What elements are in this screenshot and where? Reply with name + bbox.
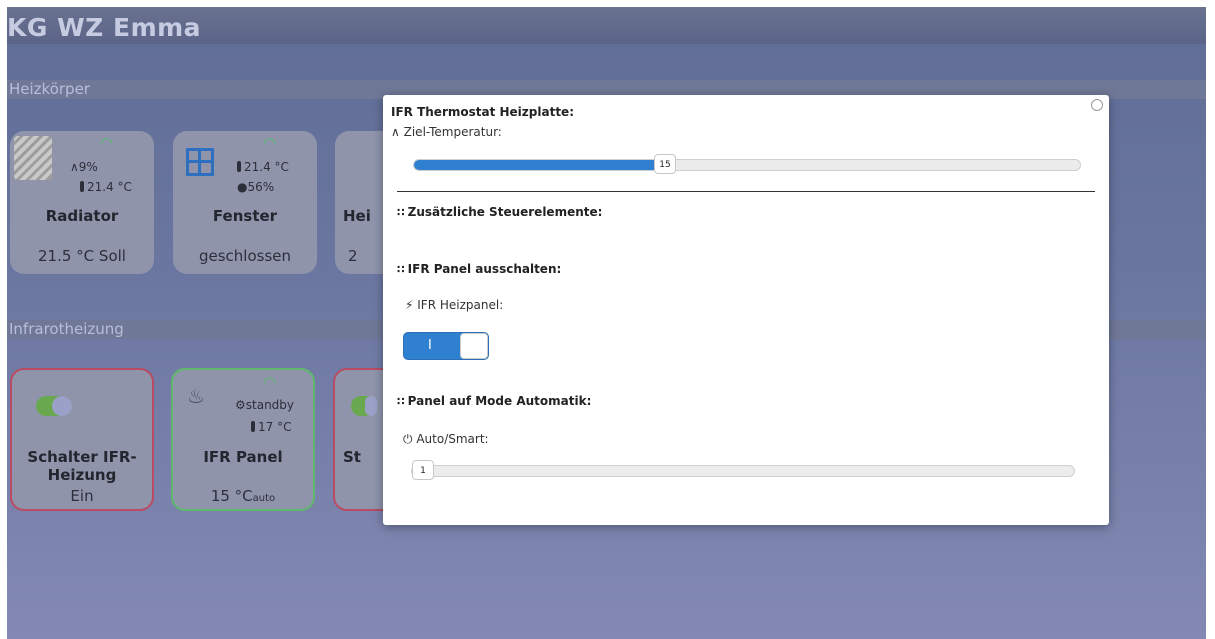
humidity-value: 56% <box>247 180 275 194</box>
slider-handle[interactable]: 15 <box>654 154 676 174</box>
ifr-panel-toggle[interactable]: I <box>403 332 489 360</box>
tile-title: Radiator <box>45 207 119 225</box>
temp-reading: 21.4 °C <box>237 160 289 174</box>
slider-handle[interactable]: 1 <box>412 460 434 480</box>
gauge-icon: ∧ <box>70 160 79 174</box>
panel-off-text: IFR Panel ausschalten: <box>407 262 562 276</box>
extra-controls-text: Zusätzliche Steuerelemente: <box>407 205 603 219</box>
tile-title: IFR Panel <box>203 448 283 466</box>
tile-radiator[interactable]: ◠ ∧9% 21.4 °C Radiator 21.5 °C Soll <box>10 131 154 274</box>
temp-reading: 21.4 °C <box>80 180 132 194</box>
bolt-icon: ⚡ <box>405 298 414 312</box>
thermometer-icon <box>251 421 255 432</box>
wifi-icon: ◠ <box>263 373 277 391</box>
toggle-knob <box>460 333 488 359</box>
tile-status: geschlossen <box>198 247 292 265</box>
window-icon <box>186 148 214 176</box>
tile-title: Fenster <box>212 207 278 225</box>
target-temp-slider[interactable]: 15 <box>413 154 1081 174</box>
tile-status: 15 °Cauto <box>173 487 313 505</box>
switch-toggle[interactable] <box>351 396 377 416</box>
tile-status: 21.5 °C Soll <box>38 247 126 265</box>
target-temp-label: ∧ Ziel-Temperatur: <box>391 125 502 139</box>
grid-icon: ∷ <box>397 395 405 408</box>
auto-smart-slider[interactable]: 1 <box>411 460 1075 480</box>
temp-value: 21.4 °C <box>87 180 132 194</box>
humidity-reading: ●56% <box>237 180 274 194</box>
tile-schalter-ifr[interactable]: Schalter IFR-Heizung Ein <box>10 368 154 511</box>
switch-toggle[interactable] <box>36 396 72 416</box>
valve-reading: ∧9% <box>70 160 98 174</box>
slider-fill <box>414 160 665 170</box>
temp-value: 21.4 °C <box>244 160 289 174</box>
wifi-icon: ◠ <box>263 134 277 152</box>
panel-off-heading: ∷ IFR Panel ausschalten: <box>397 262 561 276</box>
section-infrarot-label: Infrarotheizung <box>9 320 124 338</box>
tile-status: Ein <box>70 487 94 505</box>
page-title: KG WZ Emma <box>7 13 202 42</box>
divider <box>397 191 1095 192</box>
grid-icon: ∷ <box>397 206 405 219</box>
thermometer-icon <box>80 181 84 192</box>
temp-reading: 17 °C <box>251 420 291 434</box>
tile-title: Schalter IFR-Heizung <box>27 448 137 484</box>
radiator-valve-image <box>14 136 52 180</box>
grid-icon: ∷ <box>397 263 405 276</box>
tile-ifr-panel[interactable]: ♨ ◠ ⚙standby 17 °C IFR Panel 15 °Cauto <box>171 368 315 511</box>
gauge-icon: ∧ <box>391 125 400 139</box>
auto-smart-label: ⏻ Auto/Smart: <box>403 432 489 447</box>
toggle-on-text: I <box>428 338 432 353</box>
heat-waves-icon: ♨ <box>187 384 205 408</box>
gear-icon: ⚙ <box>235 398 246 412</box>
power-icon: ⏻ <box>403 432 413 446</box>
valve-value: 9% <box>78 160 98 174</box>
auto-mode-text: Panel auf Mode Automatik: <box>407 394 592 408</box>
auto-smart-text: Auto/Smart: <box>416 432 489 446</box>
mode-suffix: auto <box>252 493 276 504</box>
app-background: KG WZ Emma Heizkörper ◠ ∧9% 21.4 °C Radi… <box>7 7 1206 639</box>
extra-controls-heading: ∷ Zusätzliche Steuerelemente: <box>397 205 602 219</box>
drop-icon: ● <box>237 180 248 194</box>
section-heizkoerper-label: Heizkörper <box>9 80 90 98</box>
temp-value: 17 °C <box>258 420 292 434</box>
mode-value: standby <box>245 398 295 412</box>
ifr-heizpanel-text: IFR Heizpanel: <box>417 298 504 312</box>
tile-fenster[interactable]: ◠ 21.4 °C ●56% Fenster geschlossen <box>173 131 317 274</box>
clock-icon[interactable] <box>1091 99 1103 111</box>
thermostat-dialog: IFR Thermostat Heizplatte: ∧ Ziel-Temper… <box>383 95 1109 525</box>
target-temp-text: Ziel-Temperatur: <box>403 125 502 139</box>
setpoint-value: 15 °C <box>210 487 253 505</box>
ifr-heizpanel-label: ⚡ IFR Heizpanel: <box>405 298 503 312</box>
thermometer-icon <box>237 161 241 172</box>
mode-reading: ⚙standby <box>235 398 294 412</box>
auto-mode-heading: ∷ Panel auf Mode Automatik: <box>397 394 591 408</box>
title-bar: KG WZ Emma <box>7 7 1206 44</box>
dialog-title: IFR Thermostat Heizplatte: <box>391 105 574 119</box>
wifi-icon: ◠ <box>100 134 114 152</box>
